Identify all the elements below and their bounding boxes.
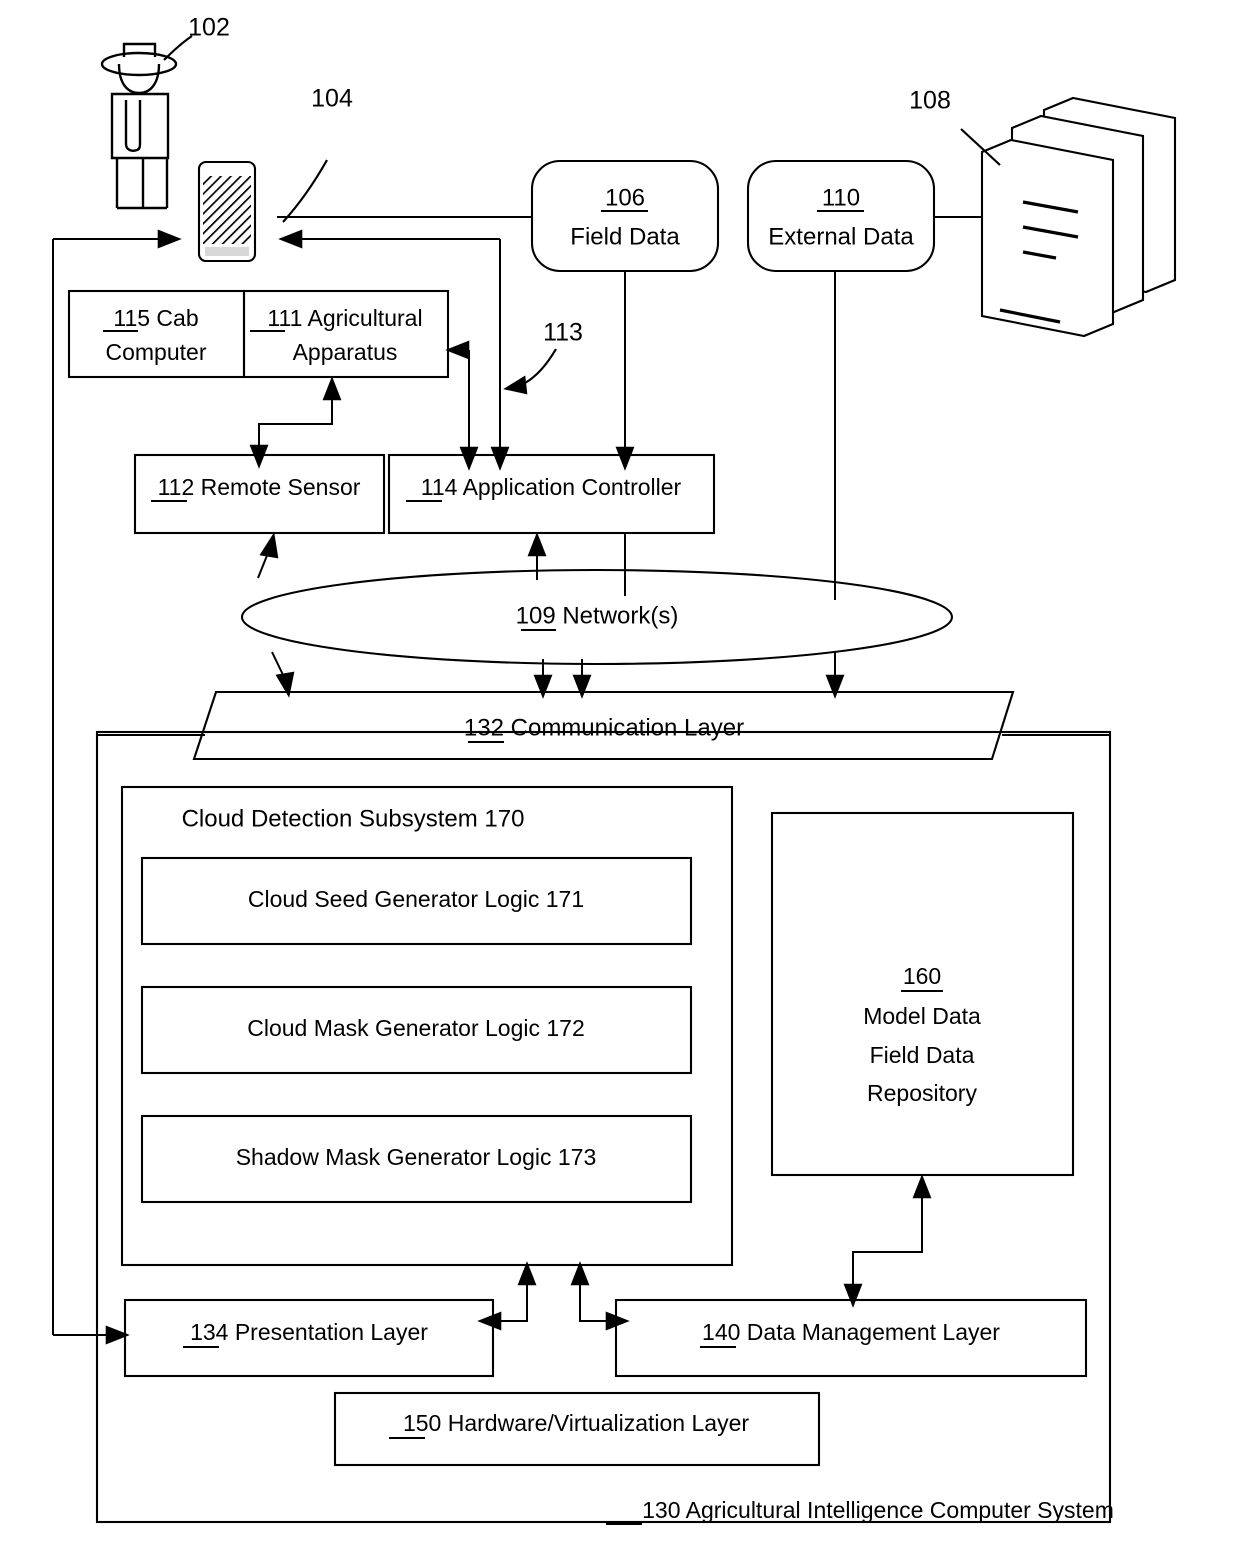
node-cloud-seed-generator[interactable]: Cloud Seed Generator Logic 171 bbox=[140, 856, 693, 946]
link-subsystem-presentation bbox=[499, 1283, 528, 1322]
cab-computer-line1: 115 Cab bbox=[113, 305, 198, 331]
leader-104 bbox=[282, 159, 328, 223]
node-cloud-mask-generator[interactable]: Cloud Mask Generator Logic 172 bbox=[140, 985, 693, 1075]
repository-line4: Repository bbox=[867, 1080, 977, 1106]
ref-label-108: 108 bbox=[909, 87, 951, 115]
diagram-svg: 102 104 108 106 Field Data 110 External … bbox=[52, 14, 1177, 1525]
arrowhead-appctl-top-b bbox=[490, 446, 510, 471]
data-management-layer-label: 140 Data Management Layer bbox=[702, 1319, 1000, 1345]
arrowhead-to-datamgmt-left bbox=[605, 1311, 630, 1331]
arrowhead-appctl-top-c bbox=[615, 446, 635, 471]
user-figure-icon bbox=[100, 42, 178, 210]
repository-line2: Model Data bbox=[863, 1003, 981, 1029]
cab-computer-line2: Computer bbox=[106, 339, 207, 365]
figure-canvas: 102 104 108 106 Field Data 110 External … bbox=[0, 0, 1240, 1568]
field-data-label: Field Data bbox=[570, 223, 680, 250]
arrowhead-to-presentation-right bbox=[477, 1311, 502, 1331]
node-network[interactable]: 109 Network(s) bbox=[240, 568, 954, 666]
arrowhead-appctl-top-a bbox=[459, 446, 479, 471]
communication-layer-label: 132 Communication Layer bbox=[464, 714, 744, 741]
field-data-ref: 106 bbox=[605, 184, 645, 211]
node-agricultural-apparatus[interactable]: 111 Agricultural Apparatus bbox=[242, 289, 450, 379]
remote-sensor-label: 112 Remote Sensor bbox=[158, 474, 361, 500]
server-stack-icon bbox=[980, 96, 1177, 338]
node-repository[interactable]: 160 Model Data Field Data Repository bbox=[770, 811, 1075, 1177]
node-agricultural-intelligence-system bbox=[95, 730, 1112, 1524]
presentation-layer-label: 134 Presentation Layer bbox=[190, 1319, 428, 1345]
link-sensor-apparatus bbox=[258, 399, 333, 446]
arrowhead-comm-3 bbox=[572, 674, 592, 699]
apparatus-line2: Apparatus bbox=[293, 339, 398, 365]
application-controller-label: 114 Application Controller bbox=[421, 474, 682, 500]
cloud-mask-generator-label: Cloud Mask Generator Logic 172 bbox=[247, 1015, 585, 1041]
arrowhead-to-apparatus-right bbox=[445, 340, 470, 360]
node-field-data[interactable]: 106 Field Data bbox=[530, 159, 720, 273]
arrowhead-comm-2 bbox=[533, 674, 553, 699]
repository-line3: Field Data bbox=[870, 1042, 975, 1068]
arrowhead-to-apparatus-bottom bbox=[322, 376, 342, 401]
arrowhead-to-device-left bbox=[278, 229, 303, 249]
mobile-device-icon bbox=[197, 160, 257, 263]
cloud-detection-subsystem-label: Cloud Detection Subsystem 170 bbox=[182, 805, 525, 832]
network-label: 109 Network(s) bbox=[516, 602, 679, 629]
node-cab-computer[interactable]: 115 Cab Computer bbox=[67, 289, 246, 379]
arrowhead-to-datamgmt bbox=[843, 1283, 863, 1308]
node-shadow-mask-generator[interactable]: Shadow Mask Generator Logic 173 bbox=[140, 1114, 693, 1204]
arrowhead-to-sensor-top bbox=[249, 444, 269, 469]
link-subsystem-datamgmt bbox=[579, 1283, 608, 1322]
ref-label-104: 104 bbox=[311, 85, 353, 113]
node-communication-layer[interactable]: 132 Communication Layer bbox=[192, 690, 1015, 761]
link-repository-datamgmt bbox=[852, 1196, 923, 1285]
system-label: 130 Agricultural Intelligence Computer S… bbox=[642, 1497, 1114, 1523]
arrowhead-113 bbox=[503, 375, 528, 395]
arrowhead-network-sensor bbox=[259, 532, 279, 559]
arrowhead-to-device-right bbox=[157, 229, 182, 249]
shadow-mask-generator-label: Shadow Mask Generator Logic 173 bbox=[236, 1144, 597, 1170]
ref-label-102: 102 bbox=[188, 14, 230, 42]
node-data-management-layer[interactable]: 140 Data Management Layer bbox=[614, 1298, 1088, 1378]
arrowhead-to-repository bbox=[912, 1174, 932, 1199]
arrowhead-comm-1 bbox=[275, 671, 295, 698]
node-external-data[interactable]: 110 External Data bbox=[746, 159, 936, 273]
arrowhead-comm-4 bbox=[825, 674, 845, 699]
node-application-controller[interactable]: 114 Application Controller bbox=[387, 453, 716, 535]
external-data-ref: 110 bbox=[822, 184, 860, 211]
node-presentation-layer[interactable]: 134 Presentation Layer bbox=[123, 1298, 495, 1378]
node-hardware-virtualization-layer[interactable]: 150 Hardware/Virtualization Layer bbox=[333, 1391, 821, 1467]
leader-113 bbox=[522, 348, 557, 385]
external-data-label: External Data bbox=[768, 223, 914, 250]
repository-line1: 160 bbox=[903, 963, 941, 989]
apparatus-line1: 111 Agricultural bbox=[267, 305, 422, 331]
ref-label-113: 113 bbox=[543, 319, 583, 347]
hardware-virtualization-layer-label: 150 Hardware/Virtualization Layer bbox=[403, 1410, 749, 1436]
arrowhead-network-appctl bbox=[527, 532, 547, 557]
cloud-seed-generator-label: Cloud Seed Generator Logic 171 bbox=[248, 886, 584, 912]
